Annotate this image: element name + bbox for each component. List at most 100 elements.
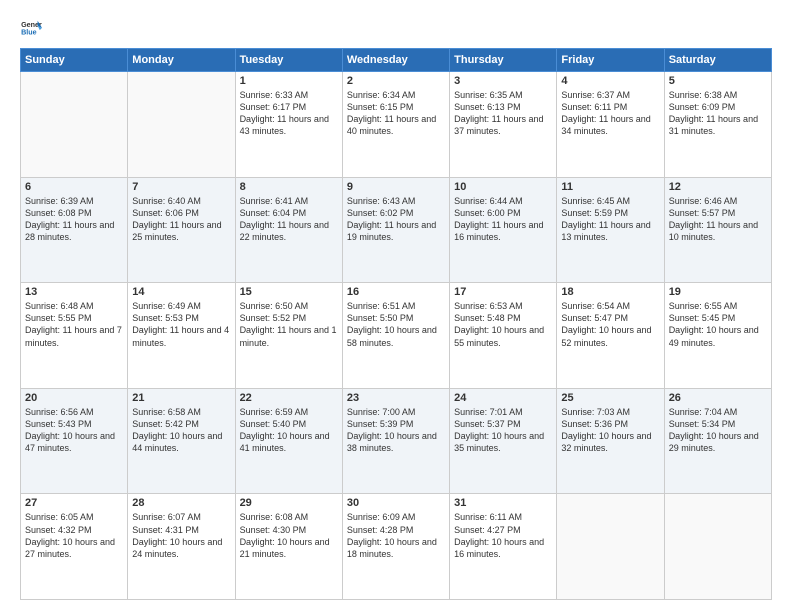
day-info: Sunrise: 6:44 AM Sunset: 6:00 PM Dayligh… — [454, 195, 552, 244]
day-info: Sunrise: 6:37 AM Sunset: 6:11 PM Dayligh… — [561, 89, 659, 138]
day-info: Sunrise: 6:38 AM Sunset: 6:09 PM Dayligh… — [669, 89, 767, 138]
weekday-header-thursday: Thursday — [450, 49, 557, 72]
day-info: Sunrise: 6:51 AM Sunset: 5:50 PM Dayligh… — [347, 300, 445, 349]
calendar-cell: 19Sunrise: 6:55 AM Sunset: 5:45 PM Dayli… — [664, 283, 771, 389]
weekday-header-tuesday: Tuesday — [235, 49, 342, 72]
day-number: 5 — [669, 75, 767, 87]
day-info: Sunrise: 6:48 AM Sunset: 5:55 PM Dayligh… — [25, 300, 123, 349]
calendar-cell: 15Sunrise: 6:50 AM Sunset: 5:52 PM Dayli… — [235, 283, 342, 389]
day-info: Sunrise: 6:43 AM Sunset: 6:02 PM Dayligh… — [347, 195, 445, 244]
day-number: 31 — [454, 497, 552, 509]
calendar-cell: 24 Sunrise: 7:01 AM Sunset: 5:37 PM Dayli… — [450, 388, 557, 494]
day-number: 25 — [561, 392, 659, 404]
weekday-header-monday: Monday — [128, 49, 235, 72]
calendar-cell: 18 Sunrise: 6:54 AM Sunset: 5:47 PM Dayli… — [557, 283, 664, 389]
calendar-cell — [557, 494, 664, 600]
calendar-week-row: 20 Sunrise: 6:56 AM Sunset: 5:43 PM Dayli… — [21, 388, 772, 494]
calendar-cell: 2Sunrise: 6:34 AM Sunset: 6:15 PM Daylig… — [342, 72, 449, 178]
day-info: Sunrise: 7:01 AM Sunset: 5:37 PM Dayligh… — [454, 406, 552, 455]
day-number: 8 — [240, 181, 338, 193]
calendar-week-row: 13 Sunrise: 6:48 AM Sunset: 5:55 PM Dayli… — [21, 283, 772, 389]
calendar-cell: 11Sunrise: 6:45 AM Sunset: 5:59 PM Dayli… — [557, 177, 664, 283]
day-info: Sunrise: 6:59 AM Sunset: 5:40 PM Dayligh… — [240, 406, 338, 455]
weekday-header-saturday: Saturday — [664, 49, 771, 72]
calendar-cell: 14Sunrise: 6:49 AM Sunset: 5:53 PM Dayli… — [128, 283, 235, 389]
page: General Blue SundayMondayTuesdayWednesda… — [0, 0, 792, 612]
calendar-cell: 8Sunrise: 6:41 AM Sunset: 6:04 PM Daylig… — [235, 177, 342, 283]
day-number: 13 — [25, 286, 123, 298]
calendar-week-row: 27 Sunrise: 6:05 AM Sunset: 4:32 PM Dayli… — [21, 494, 772, 600]
day-number: 2 — [347, 75, 445, 87]
day-number: 11 — [561, 181, 659, 193]
day-number: 26 — [669, 392, 767, 404]
calendar-cell: 6 Sunrise: 6:39 AM Sunset: 6:08 PM Daylig… — [21, 177, 128, 283]
calendar-cell: 17 Sunrise: 6:53 AM Sunset: 5:48 PM Dayli… — [450, 283, 557, 389]
calendar-cell: 25 Sunrise: 7:03 AM Sunset: 5:36 PM Dayli… — [557, 388, 664, 494]
day-number: 24 — [454, 392, 552, 404]
day-number: 22 — [240, 392, 338, 404]
calendar-cell: 10 Sunrise: 6:44 AM Sunset: 6:00 PM Dayli… — [450, 177, 557, 283]
day-info: Sunrise: 6:33 AM Sunset: 6:17 PM Dayligh… — [240, 89, 338, 138]
day-info: Sunrise: 6:07 AM Sunset: 4:31 PM Dayligh… — [132, 511, 230, 560]
calendar-cell: 9 Sunrise: 6:43 AM Sunset: 6:02 PM Daylig… — [342, 177, 449, 283]
day-number: 28 — [132, 497, 230, 509]
day-info: Sunrise: 6:56 AM Sunset: 5:43 PM Dayligh… — [25, 406, 123, 455]
day-number: 10 — [454, 181, 552, 193]
weekday-header-friday: Friday — [557, 49, 664, 72]
calendar-cell: 13 Sunrise: 6:48 AM Sunset: 5:55 PM Dayli… — [21, 283, 128, 389]
calendar-week-row: 6 Sunrise: 6:39 AM Sunset: 6:08 PM Daylig… — [21, 177, 772, 283]
calendar-cell: 16Sunrise: 6:51 AM Sunset: 5:50 PM Dayli… — [342, 283, 449, 389]
calendar-week-row: 1 Sunrise: 6:33 AM Sunset: 6:17 PM Daylig… — [21, 72, 772, 178]
calendar-cell — [664, 494, 771, 600]
day-info: Sunrise: 6:08 AM Sunset: 4:30 PM Dayligh… — [240, 511, 338, 560]
calendar-table: SundayMondayTuesdayWednesdayThursdayFrid… — [20, 48, 772, 600]
day-number: 14 — [132, 286, 230, 298]
header: General Blue — [20, 18, 772, 40]
day-info: Sunrise: 7:03 AM Sunset: 5:36 PM Dayligh… — [561, 406, 659, 455]
day-number: 23 — [347, 392, 445, 404]
day-info: Sunrise: 6:39 AM Sunset: 6:08 PM Dayligh… — [25, 195, 123, 244]
day-number: 1 — [240, 75, 338, 87]
day-number: 4 — [561, 75, 659, 87]
day-info: Sunrise: 6:53 AM Sunset: 5:48 PM Dayligh… — [454, 300, 552, 349]
calendar-cell: 4 Sunrise: 6:37 AM Sunset: 6:11 PM Daylig… — [557, 72, 664, 178]
day-info: Sunrise: 6:55 AM Sunset: 5:45 PM Dayligh… — [669, 300, 767, 349]
day-info: Sunrise: 6:11 AM Sunset: 4:27 PM Dayligh… — [454, 511, 552, 560]
logo: General Blue — [20, 18, 42, 40]
day-number: 9 — [347, 181, 445, 193]
calendar-cell: 21Sunrise: 6:58 AM Sunset: 5:42 PM Dayli… — [128, 388, 235, 494]
calendar-cell: 12 Sunrise: 6:46 AM Sunset: 5:57 PM Dayli… — [664, 177, 771, 283]
day-number: 21 — [132, 392, 230, 404]
calendar-cell: 23 Sunrise: 7:00 AM Sunset: 5:39 PM Dayli… — [342, 388, 449, 494]
weekday-header-sunday: Sunday — [21, 49, 128, 72]
day-info: Sunrise: 7:00 AM Sunset: 5:39 PM Dayligh… — [347, 406, 445, 455]
calendar-cell — [21, 72, 128, 178]
calendar-cell: 27 Sunrise: 6:05 AM Sunset: 4:32 PM Dayli… — [21, 494, 128, 600]
calendar-cell: 26Sunrise: 7:04 AM Sunset: 5:34 PM Dayli… — [664, 388, 771, 494]
calendar-cell: 31 Sunrise: 6:11 AM Sunset: 4:27 PM Dayli… — [450, 494, 557, 600]
day-number: 3 — [454, 75, 552, 87]
weekday-header-row: SundayMondayTuesdayWednesdayThursdayFrid… — [21, 49, 772, 72]
calendar-cell: 7 Sunrise: 6:40 AM Sunset: 6:06 PM Daylig… — [128, 177, 235, 283]
day-number: 17 — [454, 286, 552, 298]
day-number: 6 — [25, 181, 123, 193]
calendar-cell: 29 Sunrise: 6:08 AM Sunset: 4:30 PM Dayli… — [235, 494, 342, 600]
day-info: Sunrise: 6:40 AM Sunset: 6:06 PM Dayligh… — [132, 195, 230, 244]
day-number: 12 — [669, 181, 767, 193]
calendar-cell: 5 Sunrise: 6:38 AM Sunset: 6:09 PM Daylig… — [664, 72, 771, 178]
day-number: 15 — [240, 286, 338, 298]
calendar-cell: 30Sunrise: 6:09 AM Sunset: 4:28 PM Dayli… — [342, 494, 449, 600]
calendar-cell: 22 Sunrise: 6:59 AM Sunset: 5:40 PM Dayli… — [235, 388, 342, 494]
day-number: 29 — [240, 497, 338, 509]
day-number: 18 — [561, 286, 659, 298]
calendar-cell: 1 Sunrise: 6:33 AM Sunset: 6:17 PM Daylig… — [235, 72, 342, 178]
calendar-cell: 3Sunrise: 6:35 AM Sunset: 6:13 PM Daylig… — [450, 72, 557, 178]
day-info: Sunrise: 6:05 AM Sunset: 4:32 PM Dayligh… — [25, 511, 123, 560]
day-info: Sunrise: 6:54 AM Sunset: 5:47 PM Dayligh… — [561, 300, 659, 349]
calendar-cell: 28 Sunrise: 6:07 AM Sunset: 4:31 PM Dayli… — [128, 494, 235, 600]
day-info: Sunrise: 6:46 AM Sunset: 5:57 PM Dayligh… — [669, 195, 767, 244]
day-number: 27 — [25, 497, 123, 509]
calendar-cell: 20 Sunrise: 6:56 AM Sunset: 5:43 PM Dayli… — [21, 388, 128, 494]
day-number: 20 — [25, 392, 123, 404]
day-number: 7 — [132, 181, 230, 193]
